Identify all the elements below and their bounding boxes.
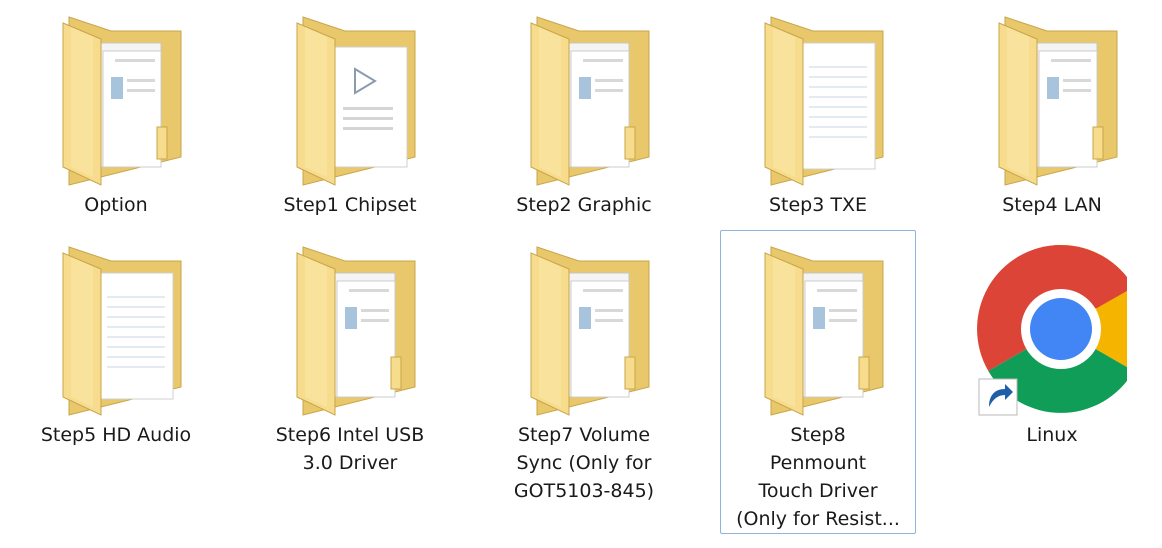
folder-icon bbox=[275, 7, 425, 187]
folder-icon bbox=[41, 237, 191, 417]
folder-item-step5-hd-audio[interactable]: Step5 HD Audio bbox=[18, 230, 214, 450]
shortcut-item-linux[interactable]: Linux bbox=[954, 230, 1150, 450]
folder-icon bbox=[743, 7, 893, 187]
folder-item-option[interactable]: Option bbox=[18, 0, 214, 220]
folder-item-step7-volume-sync[interactable]: Step7 Volume Sync (Only for GOT5103-845) bbox=[486, 230, 682, 506]
folder-item-step4-lan[interactable]: Step4 LAN bbox=[954, 0, 1150, 220]
folder-icon bbox=[509, 237, 659, 417]
chrome-icon bbox=[977, 237, 1127, 417]
folder-label: Step6 Intel USB 3.0 Driver bbox=[275, 424, 425, 474]
folder-icon bbox=[509, 7, 659, 187]
folder-label: Step7 Volume Sync (Only for GOT5103-845) bbox=[513, 424, 655, 502]
folder-label: Step4 LAN bbox=[1002, 194, 1102, 216]
explorer-icon-view: Option Step1 Chipset Step2 Graphic Step3… bbox=[0, 0, 1162, 548]
folder-icon bbox=[977, 7, 1127, 187]
shortcut-arrow-icon bbox=[978, 378, 1018, 416]
folder-label: Step1 Chipset bbox=[283, 194, 417, 216]
folder-label: Step2 Graphic bbox=[516, 194, 652, 216]
folder-label: Step8 Penmount Touch Driver (Only for Re… bbox=[736, 424, 900, 530]
folder-label: Step3 TXE bbox=[768, 194, 867, 216]
folder-item-step2-graphic[interactable]: Step2 Graphic bbox=[486, 0, 682, 220]
folder-item-step1-chipset[interactable]: Step1 Chipset bbox=[252, 0, 448, 220]
folder-icon bbox=[275, 237, 425, 417]
folder-icon bbox=[41, 7, 191, 187]
shortcut-label: Linux bbox=[1026, 424, 1078, 446]
folder-item-step8-penmount[interactable]: Step8 Penmount Touch Driver (Only for Re… bbox=[720, 230, 916, 534]
folder-item-step6-intel-usb[interactable]: Step6 Intel USB 3.0 Driver bbox=[252, 230, 448, 478]
folder-label: Step5 HD Audio bbox=[40, 424, 192, 446]
folder-label: Option bbox=[84, 194, 148, 216]
folder-icon bbox=[743, 237, 893, 417]
folder-item-step3-txe[interactable]: Step3 TXE bbox=[720, 0, 916, 220]
